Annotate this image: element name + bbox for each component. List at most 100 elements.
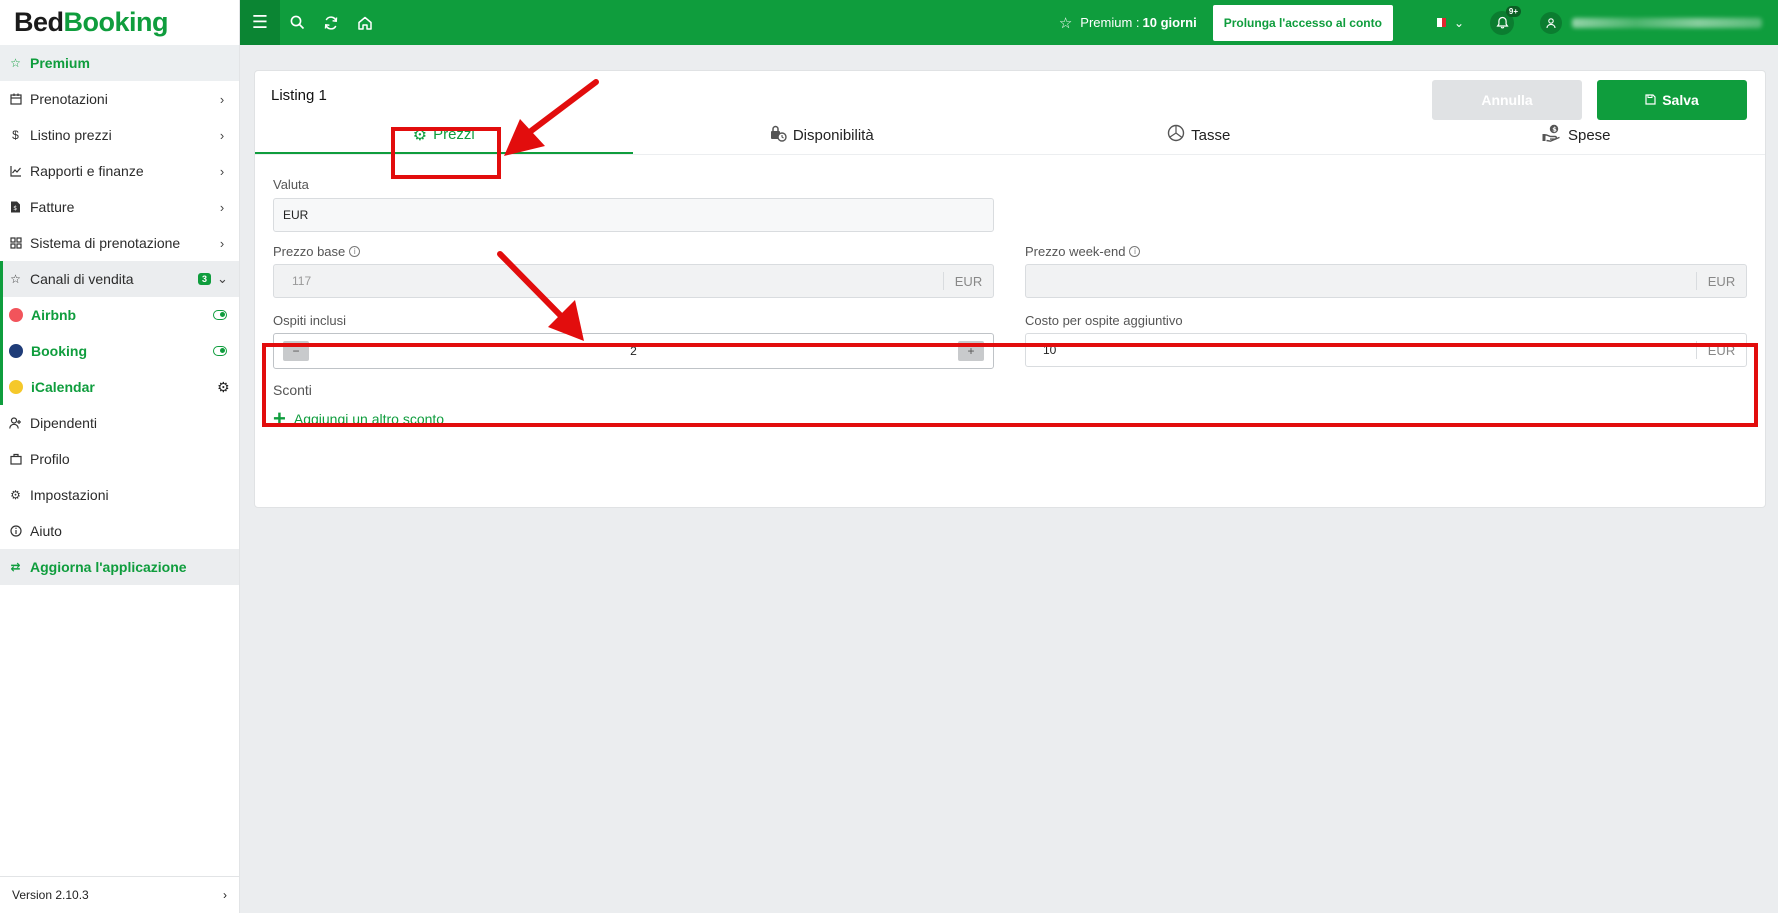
tab-tasse[interactable]: Tasse [1010,117,1388,154]
sidebar-nav: ☆ Premium Prenotazioni › $ Listino prezz… [0,45,239,585]
currency-value: EUR [283,208,309,222]
brand-logo[interactable]: Bed Booking [0,0,239,45]
guests-label: Ospiti inclusi [273,313,346,328]
sidebar-item-fatture[interactable]: $ Fatture › [0,189,239,225]
user-name-blurred[interactable] [1572,17,1762,28]
notifications-count: 9+ [1505,5,1521,17]
sidebar-item-label: Profilo [30,451,70,467]
calendar-icon [9,93,22,106]
floppy-icon [1645,92,1656,108]
chevron-right-icon: › [223,888,227,902]
chart-line-icon [9,165,22,178]
base-price-input[interactable]: 117 EUR [273,264,994,298]
sidebar-item-premium[interactable]: ☆ Premium [0,45,239,81]
base-price-label-text: Prezzo base [273,244,346,259]
sidebar-item-label: Sistema di prenotazione [30,235,181,251]
sidebar-item-label: Canali di vendita [30,271,134,287]
sidebar-item-label: Premium [30,55,90,71]
toggle-icon[interactable] [213,310,227,320]
sidebar-item-impostazioni[interactable]: ⚙ Impostazioni [0,477,239,513]
tab-label: Disponibilità [792,127,874,144]
invoice-icon: $ [9,201,22,214]
gear-icon[interactable]: ⚙ [217,379,230,396]
currency-select[interactable]: EUR [273,198,994,232]
chevron-down-icon: ⌄ [1453,15,1464,30]
version-footer[interactable]: Version 2.10.3 › [0,876,239,913]
chevron-right-icon: › [219,91,225,107]
star-icon: ☆ [10,56,21,70]
sidebar-item-label: Prenotazioni [30,91,108,107]
notifications-bell-icon[interactable]: 9+ [1490,5,1521,35]
user-plus-icon [9,417,22,430]
sidebar-item-label: Airbnb [31,307,77,323]
extra-cost-label-text: Costo per ospite aggiuntivo [1025,313,1183,328]
save-button[interactable]: Salva [1597,80,1747,120]
search-icon[interactable] [280,0,314,45]
gear-icon: ⚙ [10,488,21,502]
hamburger-menu-icon[interactable]: ☰ [240,0,280,45]
sidebar-item-update[interactable]: ⇄ Aggiorna l'applicazione [0,549,239,585]
sidebar-item-label: Impostazioni [30,487,109,503]
svg-text:$: $ [13,205,17,212]
sidebar-item-profilo[interactable]: Profilo [0,441,239,477]
sidebar-item-aiuto[interactable]: Aiuto [0,513,239,549]
premium-prefix: Premium : [1080,15,1140,30]
currency-label-text: Valuta [273,177,309,192]
toggle-icon[interactable] [213,346,227,356]
chevron-right-icon: › [219,235,225,251]
sidebar-item-label: Aiuto [30,523,62,539]
tab-disponibilita[interactable]: Disponibilità [633,117,1011,154]
cancel-button[interactable]: Annulla [1432,80,1582,120]
star-icon: ☆ [1058,14,1073,32]
chevron-down-icon: ⌄ [217,271,228,286]
info-icon[interactable]: i [349,246,361,257]
sidebar-item-icalendar[interactable]: iCalendar ⚙ [0,369,239,405]
refresh-icon: ⇄ [10,560,21,574]
sidebar-item-sistema[interactable]: Sistema di prenotazione › [0,225,239,261]
listing-title: Listing 1 [271,87,327,104]
sidebar-item-label: Rapporti e finanze [30,163,144,179]
annotation-box-guests-row [262,343,1758,427]
topbar: ☰ ☆ Premium : 10 giorni Prolunga l'acces… [240,0,1778,45]
chevron-right-icon: › [219,127,225,143]
channels-count-badge: 3 [197,273,211,285]
chevron-right-icon: › [219,163,225,179]
sidebar-item-prenotazioni[interactable]: Prenotazioni › [0,81,239,117]
tab-spese[interactable]: $ Spese [1388,117,1766,154]
dollar-icon: $ [12,128,19,142]
sidebar-item-canali[interactable]: ☆ Canali di vendita 3 ⌄ [0,261,239,297]
base-price-placeholder: 117 [292,274,312,288]
sidebar-item-label: Dipendenti [30,415,97,431]
user-avatar-icon[interactable] [1540,11,1562,34]
chevron-right-icon: › [219,199,225,215]
language-selector[interactable]: ⌄ [1432,15,1464,30]
weekend-price-input[interactable]: EUR [1025,264,1747,298]
weekend-price-unit: EUR [1696,272,1746,290]
weekend-price-label: Prezzo week-end i [1025,244,1141,259]
info-icon[interactable]: i [1129,246,1141,257]
grid-icon [9,237,22,250]
svg-text:$: $ [1552,126,1557,134]
sidebar-item-label: Booking [31,343,87,359]
annotation-box-prezzi-tab [391,127,501,179]
save-label: Salva [1662,92,1699,108]
extend-access-button[interactable]: Prolunga l'accesso al conto [1212,4,1393,41]
sidebar-item-label: iCalendar [31,379,95,395]
tab-label: Spese [1567,127,1611,144]
base-price-unit: EUR [943,272,993,290]
base-price-label: Prezzo base i [273,244,361,259]
sidebar-item-airbnb[interactable]: Airbnb [0,297,239,333]
info-icon [9,525,22,538]
sidebar-item-booking[interactable]: Booking [0,333,239,369]
sidebar: Bed Booking ☆ Premium Prenotazioni › $ Li… [0,0,240,913]
premium-days: 10 giorni [1142,15,1197,30]
weekend-price-label-text: Prezzo week-end [1025,244,1126,259]
home-icon[interactable] [348,0,382,45]
icalendar-dot [9,380,23,394]
sidebar-item-dipendenti[interactable]: Dipendenti [0,405,239,441]
version-label: Version 2.10.3 [12,888,89,902]
refresh-icon[interactable] [314,0,348,45]
sidebar-item-rapporti[interactable]: Rapporti e finanze › [0,153,239,189]
sidebar-item-listino-prezzi[interactable]: $ Listino prezzi › [0,117,239,153]
premium-status: ☆ Premium : 10 giorni [1059,14,1197,32]
